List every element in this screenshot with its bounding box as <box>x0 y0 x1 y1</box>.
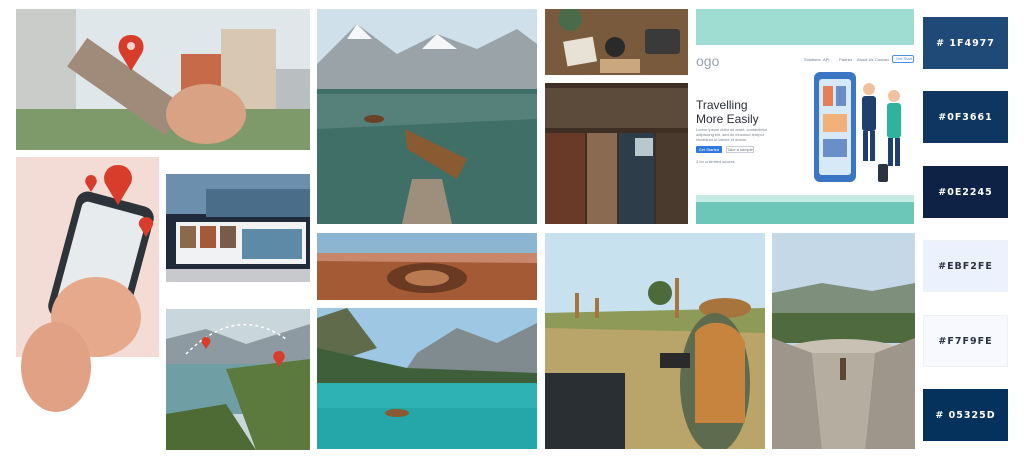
mockup-paragraph: Lorem ipsum dolor sit amet, consectetur … <box>696 127 768 142</box>
color-swatch: # 1F4977 <box>923 17 1008 69</box>
photo-laptop-travel-site <box>166 174 310 282</box>
mockup-headline-line1: Travelling <box>696 98 748 112</box>
color-swatch: #0F3661 <box>923 91 1008 143</box>
photo-turquoise-lake-boat <box>317 308 537 449</box>
photo-canyon-horseshoe <box>317 233 537 300</box>
mockup-logo: ogo <box>696 53 720 69</box>
photo-boat-dock-mountain-lake <box>317 9 537 224</box>
photo-travel-flatlay <box>545 9 688 75</box>
mockup-secondary-button: Take a sample <box>726 146 754 153</box>
photo-safari-woman-giraffes <box>545 233 765 449</box>
mockup-top-band <box>696 9 914 45</box>
color-swatch: #EBF2FE <box>923 240 1008 292</box>
mockup-primary-button: Get Started <box>696 146 722 153</box>
color-swatch: # 05325D <box>923 389 1008 441</box>
mockup-note: 3 for unlimited access <box>696 159 735 164</box>
mockup-nav-item: Contact <box>875 57 889 62</box>
photo-ancient-theatre-ruins <box>772 233 915 449</box>
mockup-bottom-band <box>696 202 914 224</box>
photo-city-phone-map-pin <box>16 9 310 150</box>
photo-hands-smartphone-gps <box>16 157 159 449</box>
mockup-headline-line2: More Easily <box>696 112 759 126</box>
photo-vintage-suitcases <box>545 83 688 224</box>
mockup-nav-item: About Us <box>857 57 874 62</box>
website-mockup: ogo Solutions API Partner About Us Conta… <box>696 9 914 224</box>
color-swatch: #0E2245 <box>923 166 1008 218</box>
mockup-nav-item: Partner <box>839 57 853 62</box>
color-swatch: #F7F9FE <box>923 315 1008 367</box>
mockup-headline: Travelling More Easily <box>696 98 759 126</box>
mockup-nav-button: Get Start <box>892 55 914 63</box>
photo-lake-route-pins <box>166 309 310 450</box>
mockup-nav-item: API <box>823 57 830 62</box>
mockup-illustration <box>814 72 901 182</box>
mockup-nav-item: Solutions <box>804 57 821 62</box>
